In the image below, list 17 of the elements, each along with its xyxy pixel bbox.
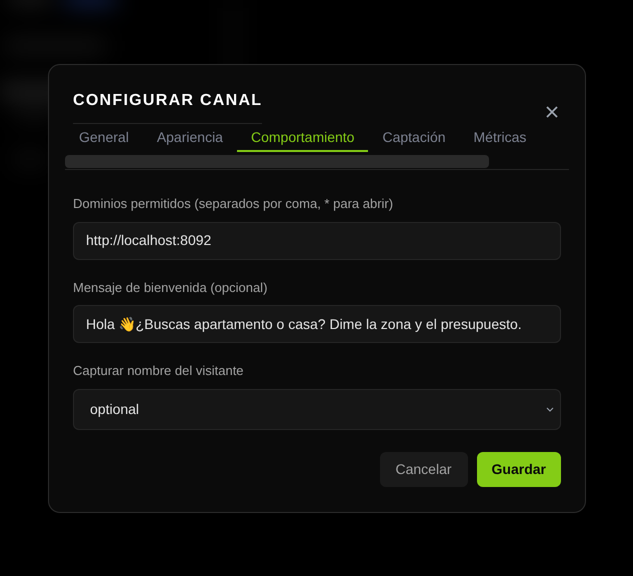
field-label: Mensaje de bienvenida (opcional)	[73, 278, 268, 297]
cancel-button[interactable]: Cancelar	[380, 452, 468, 486]
field-label: Capturar nombre del visitante	[73, 362, 245, 380]
dialog-title: CONFIGURAR CANAL	[73, 89, 262, 124]
tab[interactable]: Apariencia	[142, 124, 237, 152]
chevron-down-icon	[546, 406, 554, 412]
tab[interactable]: Métricas	[460, 124, 540, 152]
scrollbar[interactable]	[65, 155, 489, 168]
field-label: Dominios permitidos (separados por coma, * para abrir)	[73, 195, 394, 213]
close-icon[interactable]	[545, 105, 559, 119]
save-button[interactable]: Guardar	[476, 452, 561, 486]
tab[interactable]: Captación	[368, 124, 460, 152]
select-field[interactable]: optional	[73, 388, 561, 430]
tab[interactable]: General	[65, 124, 143, 152]
input-field[interactable]: Hola 👋¿Buscas apartamento o casa? Dime la zona y el presupuesto.	[73, 305, 561, 343]
input-field[interactable]: http://localhost:8092	[73, 222, 561, 260]
tab[interactable]: Comportamiento	[236, 124, 368, 152]
